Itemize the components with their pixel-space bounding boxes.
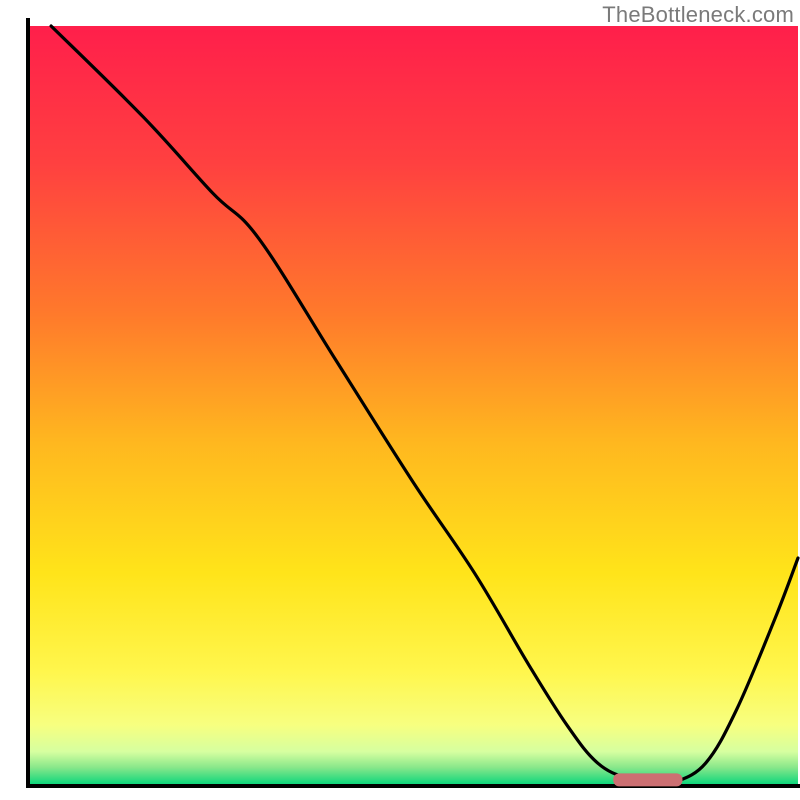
- watermark-text: TheBottleneck.com: [602, 2, 794, 28]
- bottleneck-chart: [0, 0, 800, 800]
- optimal-range-marker: [613, 773, 682, 786]
- chart-canvas: TheBottleneck.com: [0, 0, 800, 800]
- plot-background: [28, 26, 798, 786]
